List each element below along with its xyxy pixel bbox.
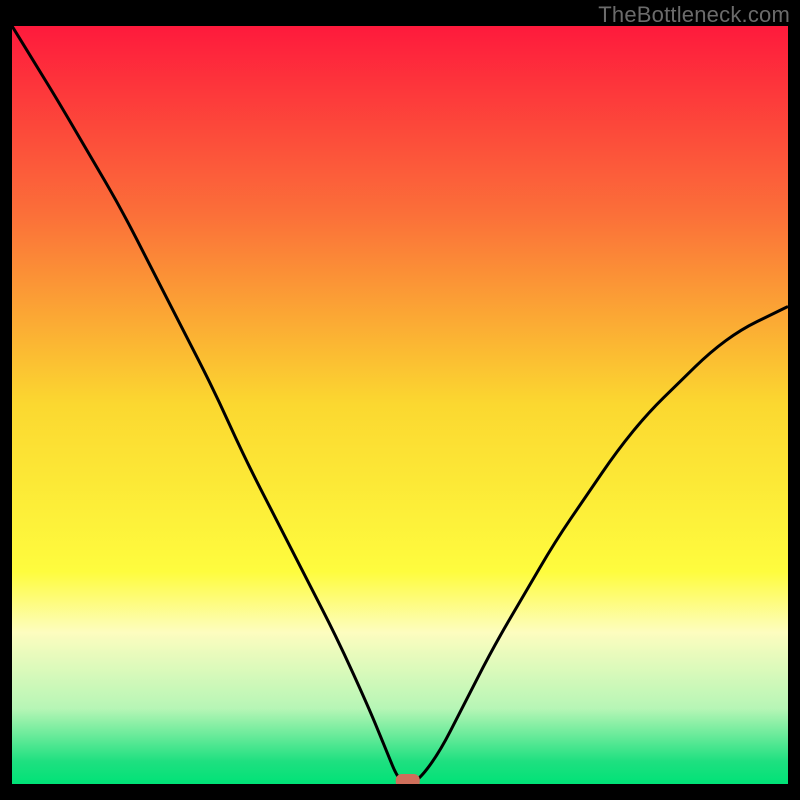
gradient-background [12,26,788,784]
watermark-text: TheBottleneck.com [598,2,790,28]
chart-frame: TheBottleneck.com [0,0,800,800]
optimum-marker [396,774,420,784]
plot-area [12,26,788,784]
chart-svg [12,26,788,784]
